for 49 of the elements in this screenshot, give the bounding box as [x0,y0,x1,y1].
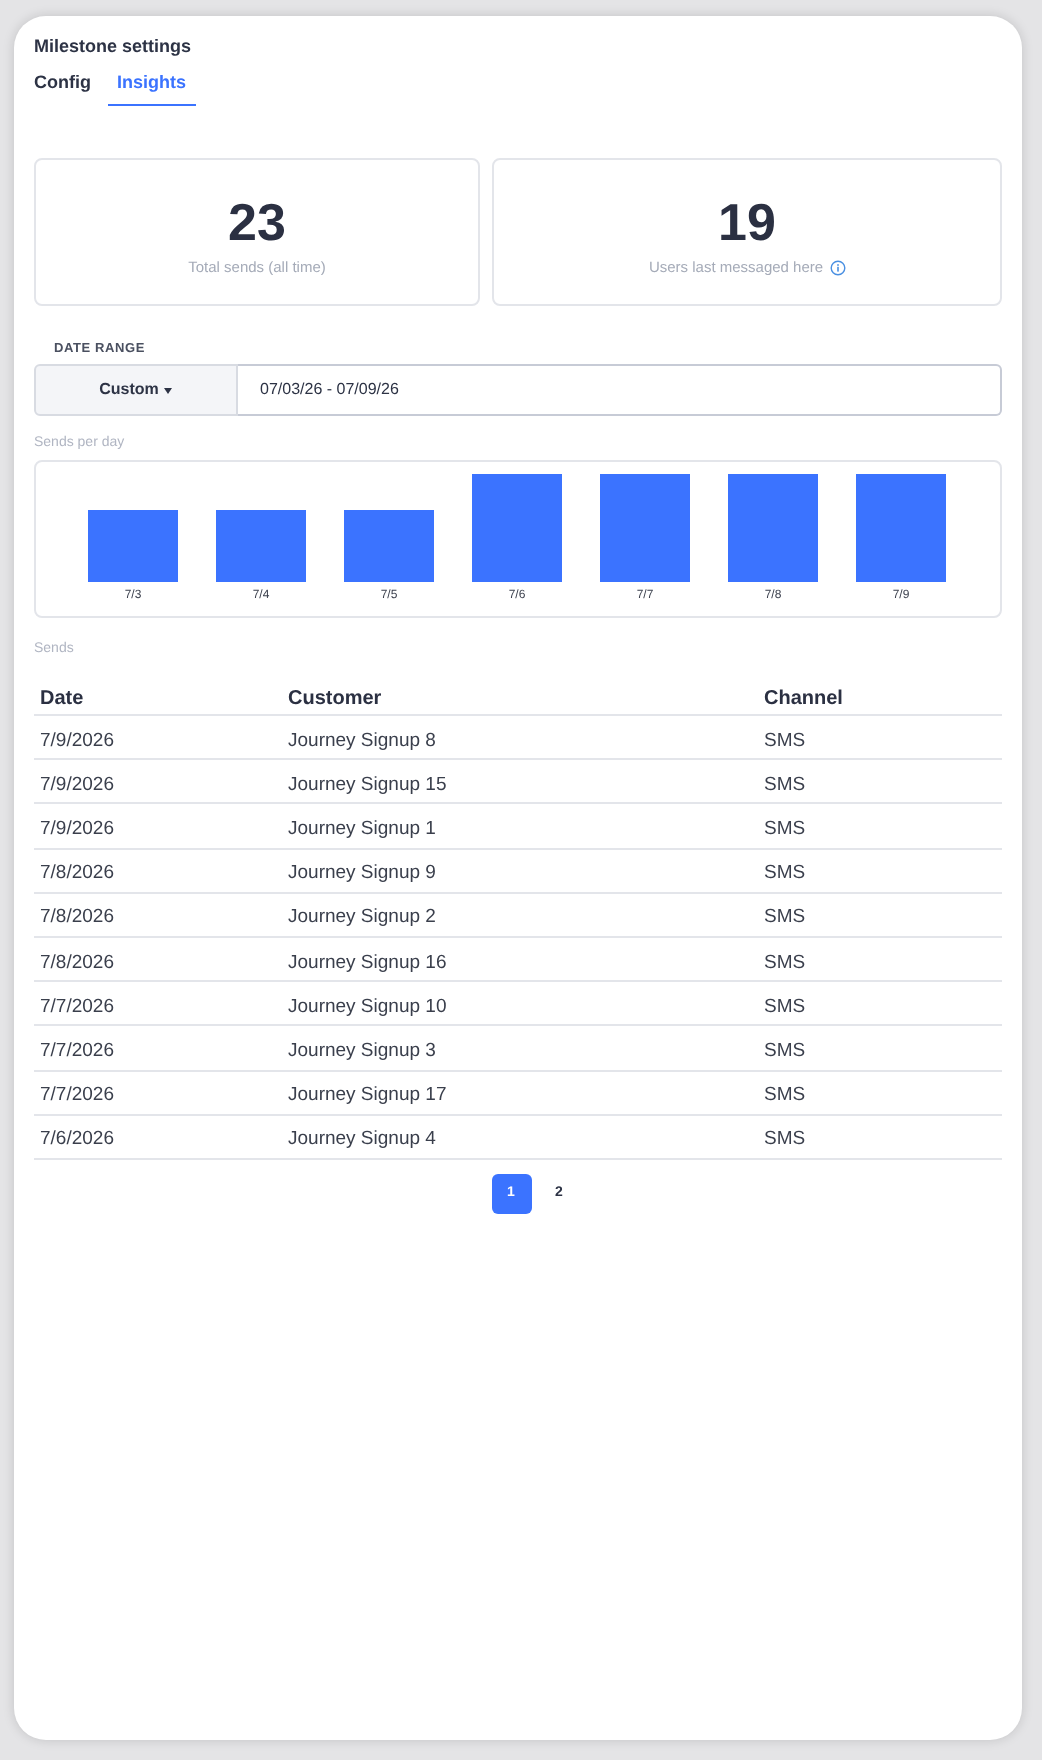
table-cell: SMS [764,773,806,796]
table-cell: Journey Signup 10 [288,995,447,1018]
bar [600,474,690,582]
stat-value: 19 [718,192,776,252]
column-header: Date [40,687,84,709]
table-cell: 7/9/2026 [40,773,114,796]
table-cell: Journey Signup 3 [288,1039,436,1062]
table-cell: 7/8/2026 [40,906,114,929]
stat-value: 23 [228,192,286,252]
table-cell: Journey Signup 9 [288,862,436,885]
table-cell: 7/9/2026 [40,729,114,752]
bar [216,510,306,582]
table-cell: 7/8/2026 [40,951,114,974]
preset-dropdown[interactable]: Custom [34,364,238,416]
table-cell: 7/7/2026 [40,1039,114,1062]
date-range-field[interactable]: 07/03/26 - 07/09/26 [238,364,1002,416]
column-header: Customer [288,687,382,709]
panel-title: Milestone settings [34,34,194,58]
table-cell: Journey Signup 15 [288,773,447,796]
caret-icon [164,387,173,393]
table-cell: Journey Signup 4 [288,1128,436,1151]
table-cell: SMS [764,1128,806,1151]
table-cell: 7/8/2026 [40,862,114,885]
table-cell: Journey Signup 8 [288,729,436,752]
table-cell: Journey Signup 2 [288,906,436,929]
table-cell: 7/6/2026 [40,1128,114,1151]
table-cell: Journey Signup 1 [288,817,436,840]
bar [88,510,178,582]
tab[interactable]: Config [34,70,91,106]
table-cell: SMS [764,906,806,929]
table-cell: Journey Signup 17 [288,1084,447,1107]
table-cell: 7/7/2026 [40,1084,114,1107]
table-cell: 7/7/2026 [40,995,114,1018]
table-cell: SMS [764,817,806,840]
tab[interactable]: Insights [107,70,197,106]
table-cell: SMS [764,995,806,1018]
table-cell: SMS [764,862,806,885]
bar [344,510,434,582]
info-icon[interactable] [829,259,846,276]
table-cell: Journey Signup 16 [288,951,447,974]
table-cell: SMS [764,951,806,974]
table-cell: SMS [764,729,806,752]
column-header: Channel [764,687,843,709]
bar [856,474,946,582]
bar [728,474,818,582]
table-cell: SMS [764,1039,806,1062]
bar [472,474,562,582]
table-cell: 7/9/2026 [40,817,114,840]
table-cell: SMS [764,1084,806,1107]
